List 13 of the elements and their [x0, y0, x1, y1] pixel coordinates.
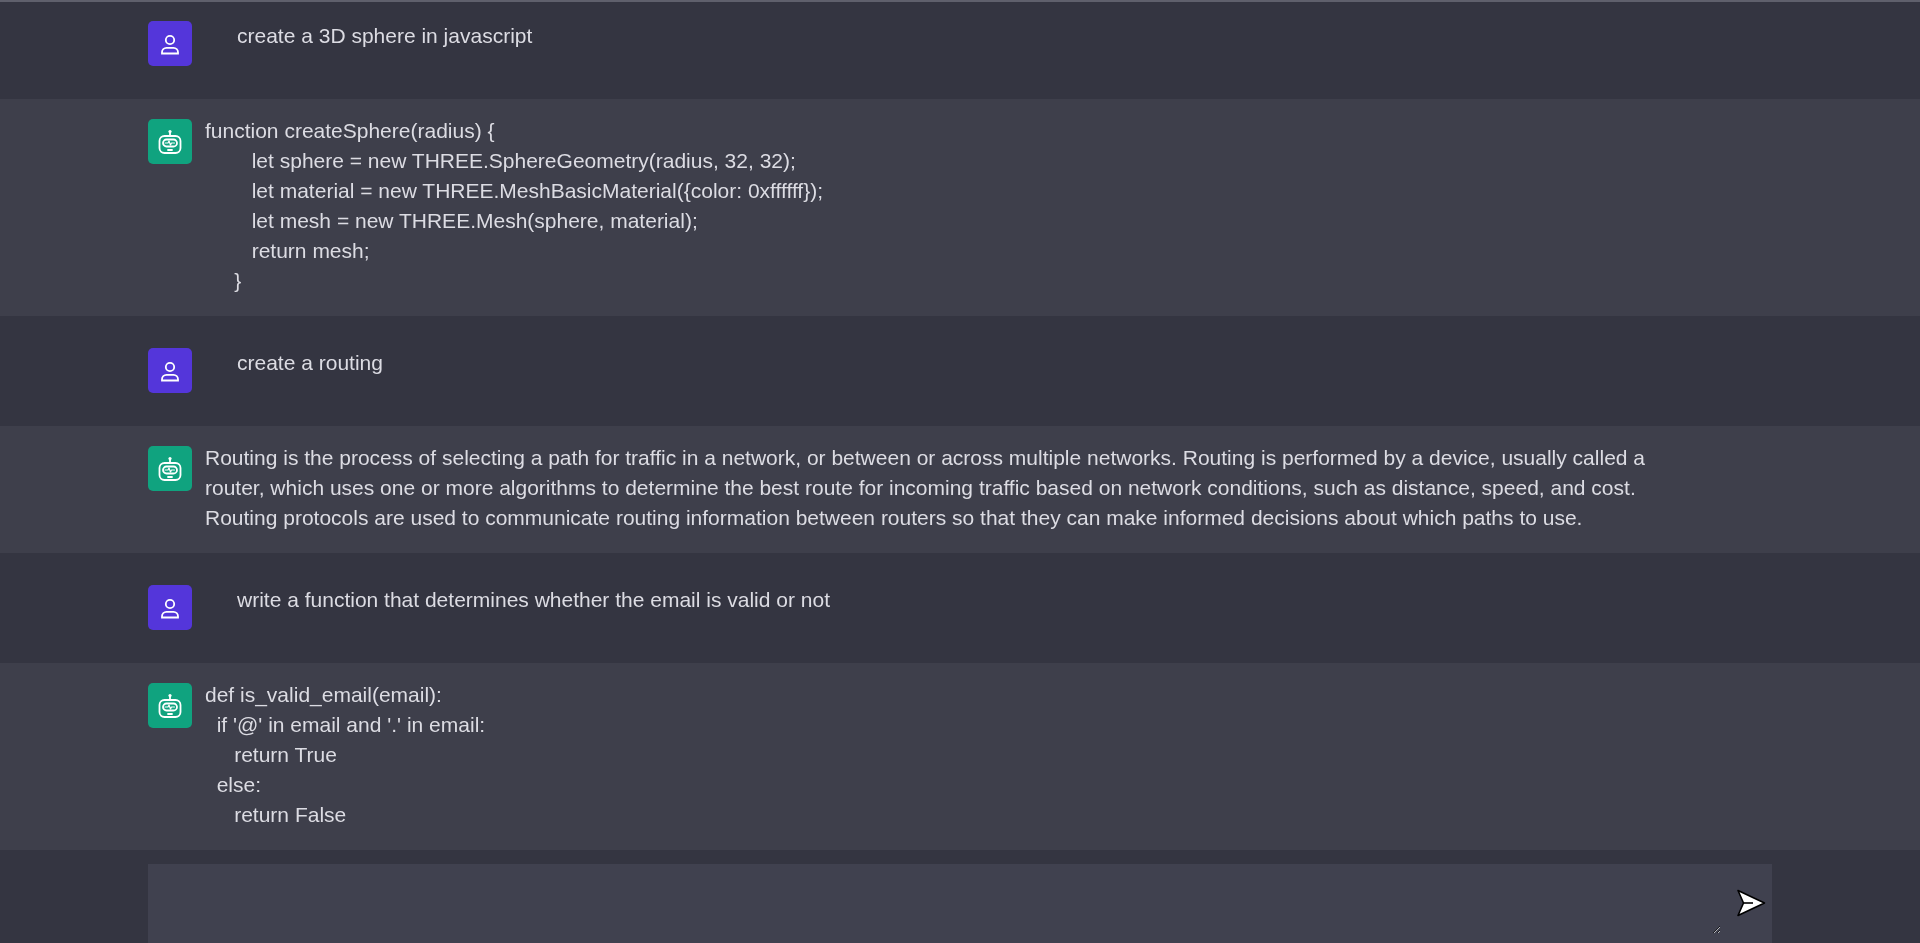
message-text: function createSphere(radius) { let sphere = new THREE.SphereGeometry(radius, 32, 32); let material = new THREE.MeshBasicMaterial({color: 0xffffff}); let mesh = new THREE.Mesh(sphere, material); return mesh; } — [205, 118, 825, 294]
robot-icon — [157, 455, 183, 482]
person-icon — [159, 32, 181, 55]
robot-icon — [157, 128, 183, 155]
person-icon — [159, 359, 181, 382]
message-text: Routing is the process of selecting a path for traffic in a network, or between or across multiple networks. Routing is performed by a device, usually called a router, which uses one or more algorithms to determine the best route for incoming traffic based on network conditions, such as distance, speed, and cost. Routing protocols are used to communicate routing information between routers so that they can make informed decisions about which paths to use. — [205, 445, 1646, 531]
message-text: def is_valid_email(email): if '@' in email and '.' in email: return True else: return False — [205, 682, 487, 828]
message-text: create a routing — [237, 350, 384, 376]
message-text: write a function that determines whether the email is valid or not — [237, 587, 831, 613]
message-text: create a 3D sphere in javascript — [237, 23, 534, 49]
robot-icon — [157, 692, 183, 719]
send-icon — [1736, 888, 1766, 918]
person-icon — [159, 596, 181, 619]
